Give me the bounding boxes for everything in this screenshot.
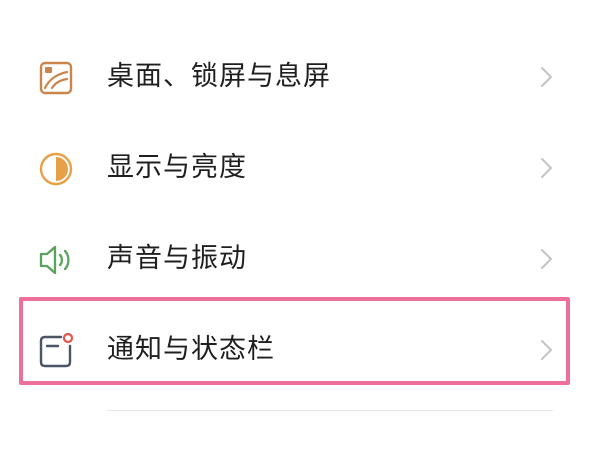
chevron-right-icon [541, 340, 552, 360]
divider [107, 410, 553, 411]
settings-item-desktop-lockscreen[interactable]: 桌面、锁屏与息屏 [0, 30, 600, 121]
settings-item-label: 声音与振动 [107, 243, 247, 274]
chevron-right-icon [541, 158, 552, 178]
chevron-right-icon [541, 67, 552, 87]
notification-icon [39, 332, 74, 368]
settings-list: 桌面、锁屏与息屏 显示与亮度 声音与振动 通知与状态栏 [0, 30, 600, 394]
chevron-right-icon [541, 249, 552, 269]
speaker-icon [39, 245, 70, 275]
settings-item-notifications-statusbar[interactable]: 通知与状态栏 [0, 303, 600, 394]
settings-item-label: 通知与状态栏 [107, 334, 275, 365]
settings-item-display-brightness[interactable]: 显示与亮度 [0, 121, 600, 212]
wallpaper-icon [39, 61, 73, 95]
settings-screen: 桌面、锁屏与息屏 显示与亮度 声音与振动 通知与状态栏 [0, 0, 600, 450]
settings-item-sound-vibration[interactable]: 声音与振动 [0, 212, 600, 303]
settings-item-label: 显示与亮度 [107, 152, 247, 183]
partial-previous-icon [30, 0, 56, 4]
brightness-icon [39, 152, 73, 186]
settings-item-label: 桌面、锁屏与息屏 [107, 61, 331, 92]
